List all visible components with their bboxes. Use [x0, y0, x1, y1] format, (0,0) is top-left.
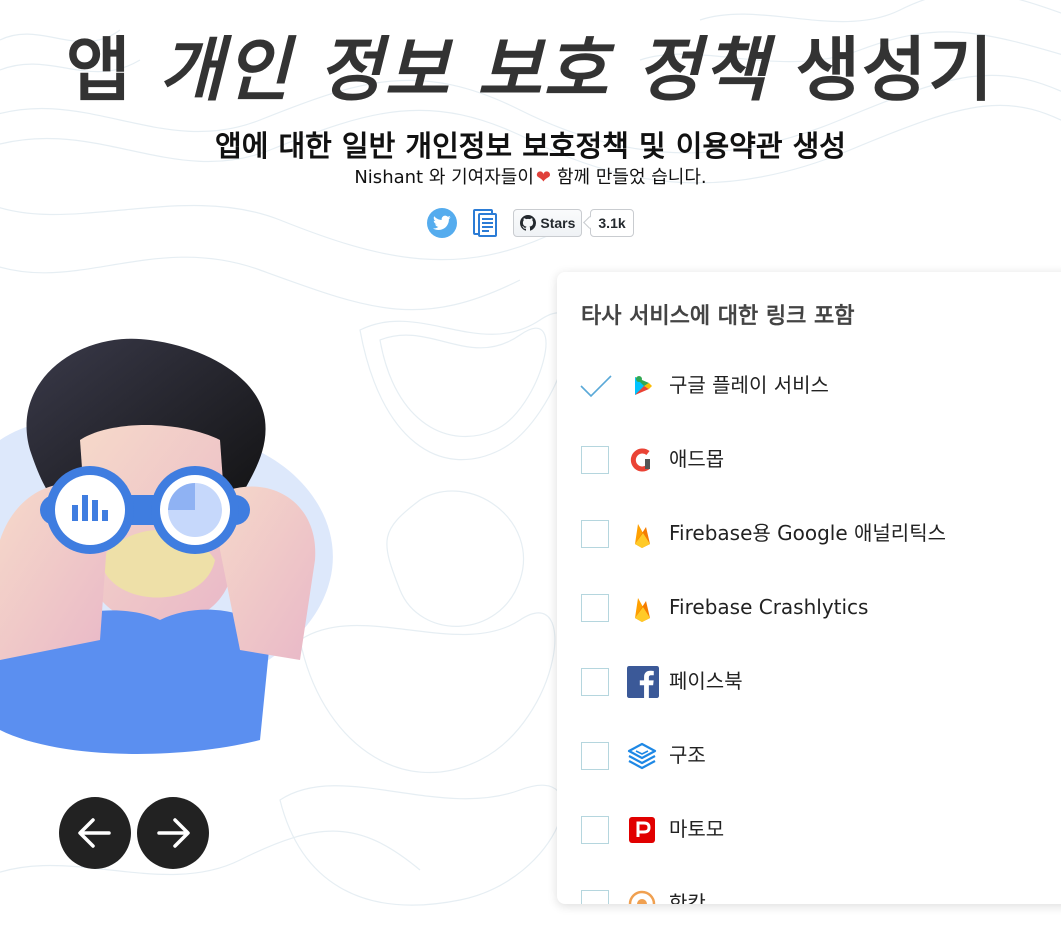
service-row-admob: 애드몹: [557, 424, 1061, 498]
service-row-clicky: 한칸: [557, 868, 1061, 904]
service-row-matomo: 마토모: [557, 794, 1061, 868]
social-badges: Stars 3.1k: [0, 208, 1061, 238]
card-title: 타사 서비스에 대한 링크 포함: [581, 304, 855, 329]
document-icon[interactable]: [471, 208, 499, 238]
twitter-icon[interactable]: [427, 208, 458, 238]
previous-button[interactable]: [59, 797, 131, 869]
firebase-icon: [635, 524, 650, 548]
page-header: 앱 개인 정보 보호 정책 생성기 앱에 대한 일반 개인정보 보호정책 및 이…: [0, 20, 1061, 190]
heart-icon: ❤: [535, 167, 551, 188]
github-stars-count[interactable]: 3.1k: [590, 209, 634, 237]
title-part-generator: 생성기: [795, 29, 995, 111]
service-checkbox[interactable]: [581, 594, 609, 622]
service-label: 마토모: [669, 817, 725, 841]
page-subtitle: 앱에 대한 일반 개인정보 보호정책 및 이용약관 생성: [215, 129, 846, 163]
service-checkbox[interactable]: [581, 520, 609, 548]
services-list: 구글 플레이 서비스 애드몹 Firebase용 Google 애널리틱스 Fi…: [557, 350, 1061, 904]
github-stars-button[interactable]: Stars: [513, 209, 583, 237]
binoculars-illustration: [0, 338, 333, 754]
next-button[interactable]: [137, 797, 209, 869]
service-label: 애드몹: [669, 447, 725, 471]
credits-author-link[interactable]: Nishant 와 기여자들이: [354, 167, 534, 188]
service-label: Firebase Crashlytics: [669, 595, 869, 619]
firebase-icon: [635, 598, 650, 622]
arrow-left-icon: [78, 818, 111, 848]
credits-suffix: 함께 만들었 습니다.: [557, 167, 707, 188]
service-row-facebook: 페이스북: [557, 646, 1061, 720]
service-checkbox[interactable]: [581, 668, 609, 696]
service-checkbox[interactable]: [581, 446, 609, 474]
service-checkbox[interactable]: [580, 372, 612, 400]
service-row-firebase-analytics: Firebase용 Google 애널리틱스: [557, 498, 1061, 572]
service-checkbox[interactable]: [581, 742, 609, 770]
github-stars-widget: Stars 3.1k: [513, 209, 634, 237]
checkmark-icon: [580, 375, 612, 398]
matomo-icon: [629, 817, 655, 843]
service-row-firebase-crashlytics: Firebase Crashlytics: [557, 572, 1061, 646]
admob-icon: [630, 448, 650, 472]
third-party-services-card: 타사 서비스에 대한 링크 포함 구글 플레이 서비스 애드몹 Firebase…: [557, 272, 1061, 904]
title-part-privacy-policy: 개인 정보 보호 정책: [158, 29, 770, 111]
google-play-icon: [635, 376, 652, 395]
credits-line: Nishant 와 기여자들이 ❤ 함께 만들었 습니다.: [0, 166, 1061, 190]
service-label: Firebase용 Google 애널리틱스: [669, 521, 947, 545]
facebook-icon: [627, 666, 659, 698]
service-row-fabric: 구조: [557, 720, 1061, 794]
service-label: 구글 플레이 서비스: [669, 373, 829, 397]
service-checkbox[interactable]: [581, 816, 609, 844]
github-icon: [520, 215, 537, 231]
arrow-right-icon: [157, 818, 190, 848]
page-title: 앱 개인 정보 보호 정책 생성기: [0, 20, 1061, 120]
clicky-icon: [628, 890, 656, 904]
title-part-app: 앱: [66, 29, 133, 111]
fabric-icon: [627, 742, 657, 770]
service-label: 페이스북: [669, 669, 743, 693]
github-stars-label: Stars: [540, 215, 576, 231]
service-checkbox[interactable]: [581, 890, 609, 904]
service-label: 구조: [669, 743, 706, 767]
service-label: 한칸: [669, 891, 706, 904]
service-row-google-play: 구글 플레이 서비스: [557, 350, 1061, 424]
